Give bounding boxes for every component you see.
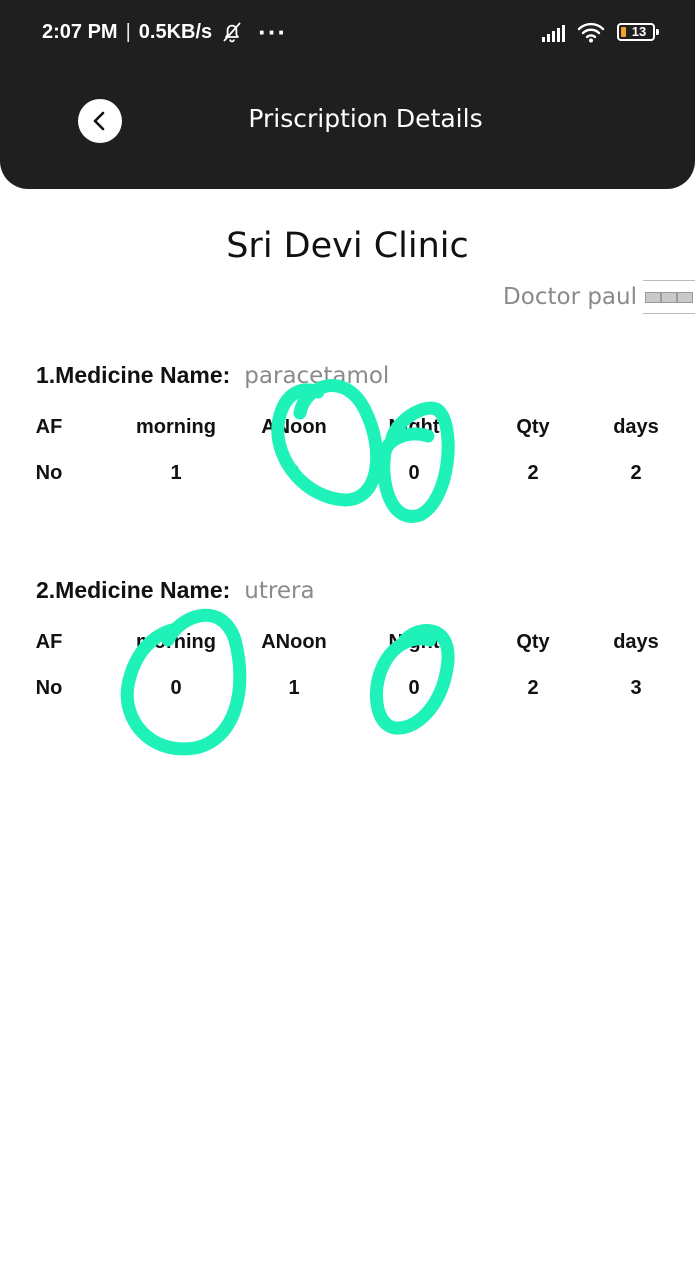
value-night: 0 [408, 677, 420, 699]
column-header-anoon: ANoon [261, 631, 327, 653]
more-notifications-icon: ··· [258, 17, 288, 47]
medicine-name: utrera [244, 578, 315, 604]
value-days: 2 [630, 462, 642, 484]
column-header-night: Night [388, 631, 440, 653]
column-header-morning: morning [136, 416, 216, 438]
value-af: No [35, 462, 63, 484]
doctor-row: Doctor paul [503, 280, 695, 314]
value-morning: 1 [170, 462, 182, 484]
dosage-table: AF morning ANoon Night Qty days No 1 0 0… [36, 416, 661, 516]
network-speed: 0.5KB/s [138, 20, 213, 43]
column-header-days: days [613, 416, 659, 438]
column-header-af: AF [35, 416, 63, 438]
status-time: 2:07 PM [42, 20, 118, 43]
value-af: No [35, 677, 63, 699]
page-title: Priscription Details [248, 104, 483, 133]
medicine-name: paracetamol [244, 363, 390, 389]
value-anoon: 1 [288, 677, 300, 699]
column-header-qty: Qty [516, 631, 550, 653]
value-qty: 2 [527, 677, 539, 699]
medicine-header: 1.Medicine Name: paracetamol [36, 362, 661, 396]
medicine-label: 2.Medicine Name: [36, 577, 231, 603]
app-header: 2:07 PM | 0.5KB/s ··· 13 Priscription De… [0, 0, 695, 189]
value-days: 3 [630, 677, 642, 699]
status-separator: | [125, 20, 131, 43]
bell-muted-icon [223, 22, 241, 43]
value-night: 0 [408, 462, 420, 484]
battery-level: 13 [631, 24, 647, 39]
doctor-name: Doctor paul [503, 284, 637, 310]
status-bar: 2:07 PM | 0.5KB/s ··· 13 [0, 0, 695, 64]
column-header-days: days [613, 631, 659, 653]
medicine-label: 1.Medicine Name: [36, 362, 231, 388]
medicine-header: 2.Medicine Name: utrera [36, 577, 661, 611]
column-header-af: AF [35, 631, 63, 653]
status-right: 13 [542, 18, 659, 46]
value-morning: 0 [170, 677, 182, 699]
column-header-morning: morning [136, 631, 216, 653]
column-header-anoon: ANoon [261, 416, 327, 438]
dosage-table: AF morning ANoon Night Qty days No 0 1 0… [36, 631, 661, 731]
value-anoon: 0 [288, 462, 300, 484]
medicine-card: 1.Medicine Name: paracetamol AF morning … [36, 362, 661, 516]
prescription-thumbnail[interactable] [643, 280, 695, 314]
column-header-qty: Qty [516, 416, 550, 438]
status-left: 2:07 PM | 0.5KB/s ··· [42, 18, 287, 46]
signal-icon [542, 22, 565, 42]
clinic-name: Sri Devi Clinic [226, 226, 469, 266]
battery-icon: 13 [617, 23, 659, 41]
medicine-card: 2.Medicine Name: utrera AF morning ANoon… [36, 577, 661, 731]
wifi-icon [577, 22, 605, 43]
column-header-night: Night [388, 416, 440, 438]
value-qty: 2 [527, 462, 539, 484]
